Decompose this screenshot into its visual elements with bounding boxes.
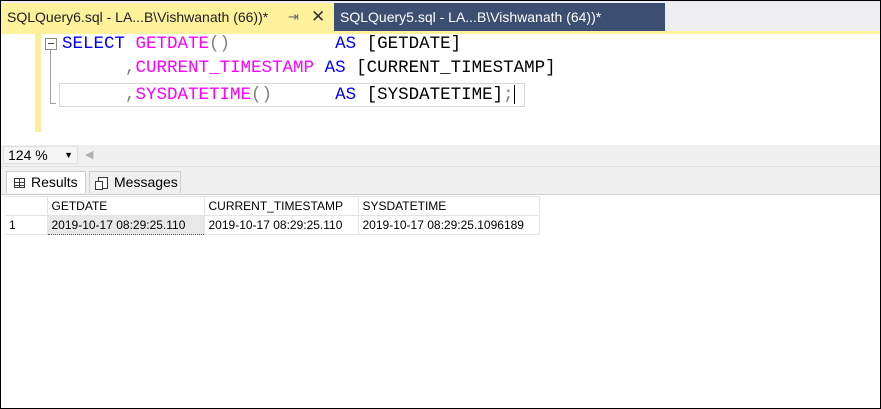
messages-icon (95, 177, 108, 190)
column-alias: [GETDATE] (366, 34, 462, 54)
outline-guide-end (50, 103, 56, 104)
editor-status-strip: 124 % ▼ ◀ (1, 145, 880, 166)
tab-label: Messages (114, 174, 178, 190)
as-keyword: AS (335, 34, 357, 54)
column-alias: [SYSDATETIME] (366, 85, 504, 105)
comma-prefix: , (62, 58, 136, 78)
tab-messages[interactable]: Messages (89, 171, 181, 193)
tab-sqlquery5[interactable]: SQLQuery5.sql - LA...B\Vishwanath (64))* (334, 3, 665, 31)
function-name: GETDATE (135, 34, 210, 54)
close-icon[interactable]: ✕ (311, 3, 325, 31)
table-row: 1 2019-10-17 08:29:25.110 2019-10-17 08:… (5, 215, 540, 235)
code-line-2[interactable]: ,CURRENT_TIMESTAMP AS [CURRENT_TIMESTAMP… (62, 56, 556, 80)
as-keyword: AS (335, 85, 357, 105)
collapse-toggle-icon[interactable] (45, 38, 57, 50)
row-number-header[interactable] (5, 196, 48, 216)
zoom-value: 124 % (8, 147, 48, 163)
column-header[interactable]: GETDATE (46, 196, 205, 216)
tab-label: Results (31, 174, 78, 190)
code-line-3[interactable]: ,SYSDATETIME() AS [SYSDATETIME]; (62, 83, 515, 107)
zoom-dropdown[interactable]: 124 % ▼ (3, 146, 78, 164)
outline-guide (50, 50, 51, 103)
query-editor[interactable]: SELECT GETDATE() AS [GETDATE] ,CURRENT_T… (1, 34, 880, 145)
tab-title: SQLQuery6.sql - LA...B\Vishwanath (66))* (7, 9, 269, 25)
document-tab-strip: SQLQuery6.sql - LA...B\Vishwanath (66))*… (1, 1, 880, 31)
table-cell[interactable]: 2019-10-17 08:29:25.1096189 (357, 215, 540, 235)
column-header[interactable]: SYSDATETIME (357, 196, 540, 216)
chevron-down-icon: ▼ (64, 150, 73, 160)
row-number[interactable]: 1 (5, 215, 48, 235)
tab-sqlquery6[interactable]: SQLQuery6.sql - LA...B\Vishwanath (66))*… (1, 3, 334, 31)
tab-results[interactable]: Results (6, 171, 86, 193)
scroll-left-icon[interactable]: ◀ (85, 148, 93, 161)
grid-icon (14, 178, 25, 188)
pin-icon[interactable]: ⇥ (288, 3, 299, 31)
comma-prefix: , (62, 85, 136, 105)
ssms-window: SQLQuery6.sql - LA...B\Vishwanath (66))*… (0, 0, 881, 409)
change-tracking-bar (35, 34, 41, 132)
parens: () (209, 34, 231, 54)
as-keyword: AS (324, 58, 346, 78)
table-cell[interactable]: 2019-10-17 08:29:25.110 (203, 215, 359, 235)
code-line-1[interactable]: SELECT GETDATE() AS [GETDATE] (62, 32, 461, 56)
parens: () (251, 85, 273, 105)
results-table: GETDATE CURRENT_TIMESTAMP SYSDATETIME 1 … (5, 196, 540, 235)
column-alias: [CURRENT_TIMESTAMP] (356, 58, 556, 78)
text-caret (513, 84, 515, 104)
column-header[interactable]: CURRENT_TIMESTAMP (203, 196, 359, 216)
table-cell-selected[interactable]: 2019-10-17 08:29:25.110 (46, 215, 205, 235)
header-row: GETDATE CURRENT_TIMESTAMP SYSDATETIME (5, 196, 540, 216)
padding (230, 34, 335, 54)
semicolon: ; (503, 85, 514, 105)
function-name: SYSDATETIME (135, 85, 252, 105)
function-name: CURRENT_TIMESTAMP (135, 58, 315, 78)
keyword: SELECT (62, 34, 126, 54)
padding (314, 58, 325, 78)
results-grid[interactable]: GETDATE CURRENT_TIMESTAMP SYSDATETIME 1 … (1, 194, 880, 408)
padding (272, 85, 335, 105)
results-tab-strip: Results Messages (1, 166, 880, 195)
tab-title: SQLQuery5.sql - LA...B\Vishwanath (64))* (340, 9, 602, 25)
